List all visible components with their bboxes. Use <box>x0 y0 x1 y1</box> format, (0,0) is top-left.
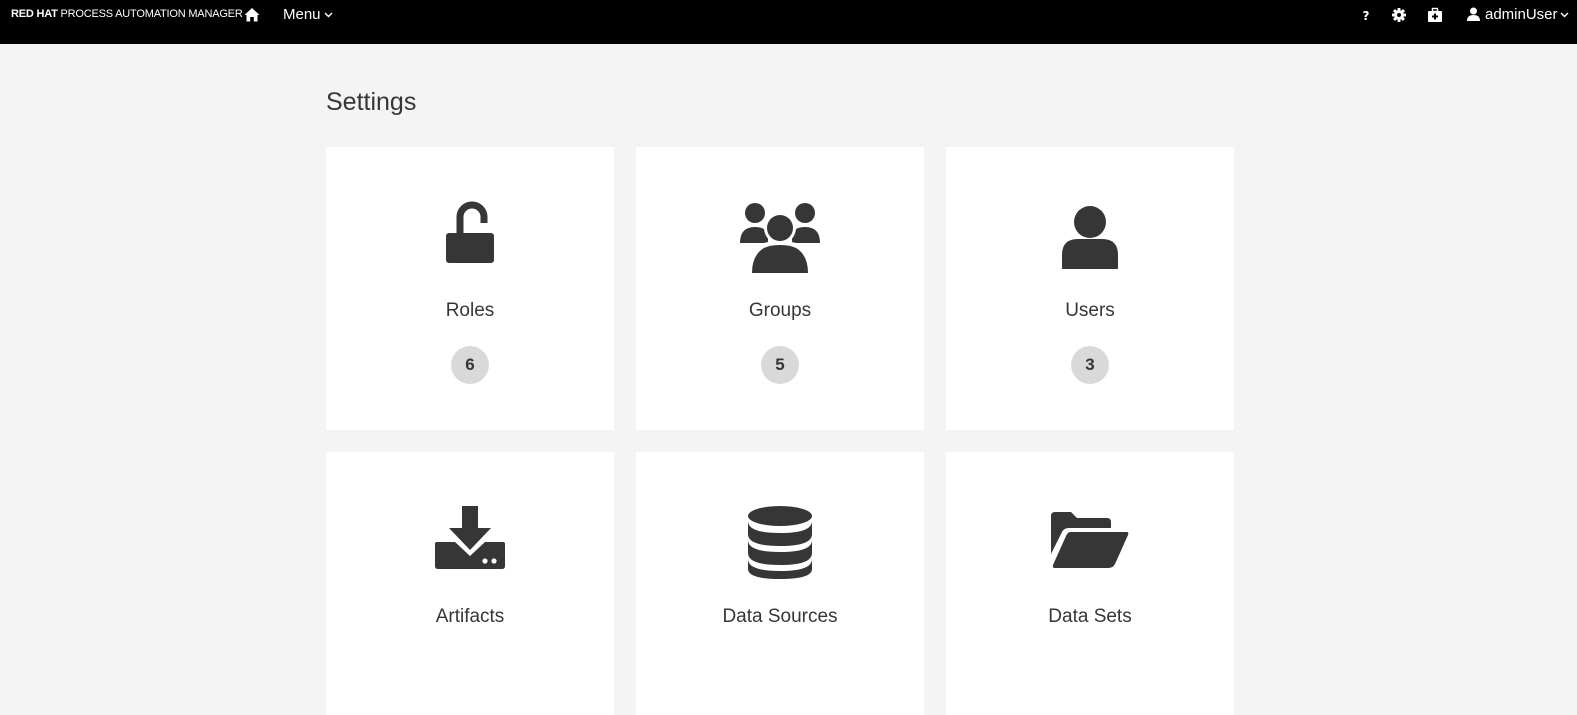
users-group-icon <box>636 201 924 280</box>
svg-text:?: ? <box>1363 9 1370 23</box>
groups-card[interactable]: Groups 5 <box>636 147 924 430</box>
brand-logo[interactable]: RED HAT PROCESS AUTOMATION MANAGER <box>11 8 243 20</box>
user-menu[interactable]: adminUser <box>1467 6 1569 23</box>
download-tray-icon <box>326 506 614 577</box>
card-label: Users <box>1065 300 1115 321</box>
home-icon[interactable] <box>243 6 261 24</box>
card-label: Groups <box>748 300 812 321</box>
help-icon[interactable]: ? <box>1358 7 1374 23</box>
chevron-down-icon <box>324 12 333 18</box>
count-badge: 3 <box>1071 346 1109 384</box>
chevron-down-icon <box>1560 12 1569 18</box>
folder-open-icon <box>946 512 1234 575</box>
user-name: adminUser <box>1485 6 1558 23</box>
count-badge: 5 <box>761 346 799 384</box>
user-icon <box>946 205 1234 276</box>
page-title: Settings <box>326 88 417 116</box>
top-navbar: RED HAT PROCESS AUTOMATION MANAGER Menu … <box>0 0 1577 44</box>
card-label: Data Sets <box>1048 606 1132 627</box>
first-aid-kit-icon[interactable] <box>1427 7 1443 23</box>
database-icon <box>636 506 924 585</box>
brand-bold: RED HAT <box>11 8 58 20</box>
brand-product: PROCESS AUTOMATION MANAGER <box>60 8 243 20</box>
data-sources-card[interactable]: Data Sources <box>636 452 924 715</box>
card-label: Roles <box>445 300 495 321</box>
menu-dropdown[interactable]: Menu <box>283 6 333 23</box>
gear-icon[interactable] <box>1391 7 1407 23</box>
card-label: Data Sources <box>722 606 838 627</box>
roles-card[interactable]: Roles 6 <box>326 147 614 430</box>
user-icon <box>1467 7 1480 21</box>
card-label: Artifacts <box>435 606 505 627</box>
unlock-icon <box>326 199 614 274</box>
users-card[interactable]: Users 3 <box>946 147 1234 430</box>
count-badge: 6 <box>451 346 489 384</box>
data-sets-card[interactable]: Data Sets <box>946 452 1234 715</box>
menu-label: Menu <box>283 6 321 23</box>
artifacts-card[interactable]: Artifacts <box>326 452 614 715</box>
